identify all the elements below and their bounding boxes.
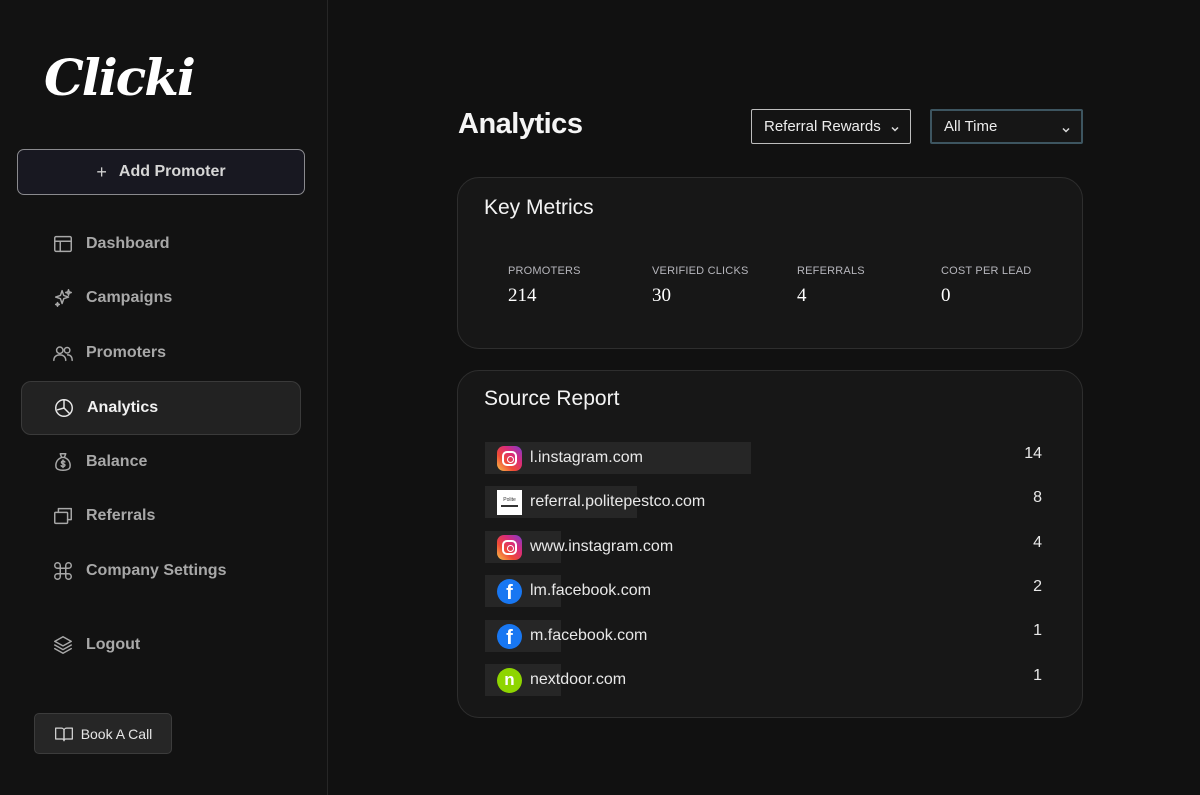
source-count: 1 (1033, 622, 1042, 639)
source-name: l.instagram.com (530, 449, 643, 466)
add-promoter-button[interactable]: + Add Promoter (17, 149, 305, 195)
sidebar-item-label: Referrals (86, 507, 156, 524)
time-range-select[interactable]: All Time (930, 109, 1083, 144)
chevron-down-icon (890, 121, 900, 132)
sidebar-item-campaigns[interactable]: Campaigns (21, 271, 301, 325)
source-report-title: Source Report (484, 387, 620, 410)
source-row: f m.facebook.com (485, 620, 647, 652)
book-a-call-label: Book A Call (80, 725, 153, 742)
sidebar: Clicki + Add Promoter Dashboard Campaign… (0, 0, 328, 795)
pie-chart-icon (52, 396, 76, 420)
sidebar-item-promoters[interactable]: Promoters (21, 326, 301, 380)
sidebar-item-company-settings[interactable]: Company Settings (21, 544, 301, 598)
users-icon (51, 341, 75, 365)
key-metrics-title: Key Metrics (484, 196, 594, 219)
metric-label: COST PER LEAD (941, 265, 1032, 277)
source-count: 2 (1033, 578, 1042, 595)
money-bag-icon (51, 450, 75, 474)
metric-value: 0 (941, 285, 951, 306)
source-count: 14 (1024, 445, 1042, 462)
metric-label: REFERRALS (797, 265, 865, 277)
command-icon (51, 559, 75, 583)
sidebar-item-label: Analytics (87, 399, 159, 416)
source-report-card: Source Report l.instagram.com 14 Polite … (457, 370, 1083, 718)
sidebar-item-analytics[interactable]: Analytics (21, 381, 301, 435)
add-promoter-label: Add Promoter (118, 163, 226, 180)
facebook-icon: f (497, 578, 522, 604)
source-row: l.instagram.com (485, 442, 751, 474)
metric-referrals: REFERRALS 4 (797, 265, 937, 307)
layers-icon (51, 633, 75, 657)
sidebar-item-balance[interactable]: Balance (21, 435, 301, 489)
metric-value: 214 (508, 285, 537, 306)
book-a-call-button[interactable]: Book A Call (34, 713, 172, 754)
sidebar-item-referrals[interactable]: Referrals (21, 489, 301, 543)
metric-promoters: PROMOTERS 214 (508, 265, 648, 307)
sidebar-item-logout[interactable]: Logout (21, 618, 301, 672)
program-select[interactable]: Referral Rewards (751, 109, 911, 144)
metric-verified-clicks: VERIFIED CLICKS 30 (652, 265, 792, 307)
chevron-down-icon (1061, 122, 1071, 133)
plus-icon: + (96, 161, 107, 182)
metric-value: 30 (652, 285, 671, 306)
sidebar-item-label: Balance (86, 453, 148, 470)
source-count: 8 (1033, 489, 1042, 506)
metric-label: VERIFIED CLICKS (652, 265, 749, 277)
copy-icon (51, 504, 75, 528)
program-select-value: Referral Rewards (764, 118, 881, 135)
source-name: nextdoor.com (530, 671, 627, 688)
sidebar-item-label: Logout (86, 636, 141, 653)
page-title: Analytics (458, 108, 583, 140)
sparkles-icon (51, 286, 75, 310)
source-row: www.instagram.com (485, 531, 673, 563)
nextdoor-icon: n (497, 667, 522, 693)
sidebar-item-label: Company Settings (86, 562, 227, 579)
source-row: f lm.facebook.com (485, 575, 651, 607)
source-row: n nextdoor.com (485, 664, 626, 696)
dashboard-icon (51, 232, 75, 256)
source-name: lm.facebook.com (530, 582, 651, 599)
metric-value: 4 (797, 285, 807, 306)
sidebar-item-label: Dashboard (86, 235, 170, 252)
facebook-icon: f (497, 623, 522, 649)
source-name: www.instagram.com (530, 538, 674, 555)
sidebar-item-label: Promoters (86, 344, 167, 361)
clicki-logo[interactable]: Clicki (44, 48, 196, 108)
sidebar-item-dashboard[interactable]: Dashboard (21, 217, 301, 271)
politepest-logo-icon: Polite (497, 489, 522, 515)
instagram-icon (497, 534, 522, 560)
instagram-icon (497, 445, 522, 471)
time-range-select-value: All Time (944, 118, 998, 135)
key-metrics-card: Key Metrics PROMOTERS 214 VERIFIED CLICK… (457, 177, 1083, 349)
metric-cost-per-lead: COST PER LEAD 0 (941, 265, 1081, 307)
source-count: 4 (1033, 534, 1042, 551)
source-row: Polite referral.politepestco.com (485, 486, 705, 518)
book-open-icon (54, 727, 73, 741)
source-count: 1 (1033, 667, 1042, 684)
source-name: referral.politepestco.com (530, 493, 706, 510)
sidebar-item-label: Campaigns (86, 289, 173, 306)
source-name: m.facebook.com (530, 627, 648, 644)
metric-label: PROMOTERS (508, 265, 581, 277)
